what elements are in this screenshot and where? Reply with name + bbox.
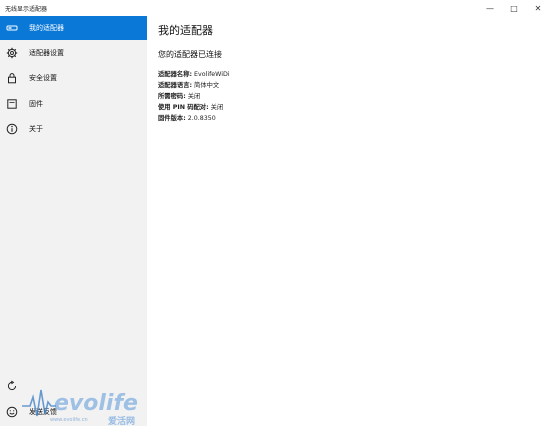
page-title: 我的适配器	[158, 24, 213, 37]
app-title: 无线显示适配器	[5, 5, 48, 13]
property-row: 使用 PIN 码配对: 关闭	[158, 102, 230, 113]
sidebar-item-label: 固件	[29, 100, 43, 108]
sidebar-item-label: 安全设置	[29, 74, 57, 82]
window-controls: — □ ✕	[478, 0, 550, 16]
maximize-button[interactable]: □	[502, 0, 526, 16]
sidebar-item-label: 适配器设置	[29, 49, 64, 57]
property-key: 固件版本:	[158, 115, 186, 122]
property-row: 适配器语言: 简体中文	[158, 80, 230, 91]
firmware-icon	[6, 98, 18, 110]
adapter-properties: 适配器名称: EvolifeWiDi 适配器语言: 简体中文 所需密码: 关闭 …	[158, 69, 230, 124]
sidebar-item-send-feedback[interactable]: 发送反馈	[0, 400, 147, 424]
sidebar-item-label: 发送反馈	[29, 408, 57, 416]
sidebar-item-adapter-settings[interactable]: 适配器设置	[0, 41, 147, 65]
sidebar-item-refresh[interactable]	[0, 374, 147, 398]
lock-icon	[6, 72, 18, 84]
sidebar-item-security-settings[interactable]: 安全设置	[0, 66, 147, 90]
property-value: 关闭	[210, 104, 224, 111]
property-key: 适配器语言:	[158, 82, 193, 89]
property-key: 使用 PIN 码配对:	[158, 104, 209, 111]
adapter-icon	[6, 22, 18, 34]
property-value: 关闭	[187, 93, 201, 100]
sidebar-item-label: 关于	[29, 125, 43, 133]
property-row: 所需密码: 关闭	[158, 91, 230, 102]
connection-status: 您的适配器已连接	[158, 50, 222, 59]
property-row: 适配器名称: EvolifeWiDi	[158, 69, 230, 80]
title-bar: 无线显示适配器 — □ ✕	[0, 0, 550, 16]
refresh-icon	[6, 380, 18, 392]
property-row: 固件版本: 2.0.8350	[158, 113, 230, 124]
sidebar-item-label: 我的适配器	[29, 24, 64, 32]
property-value: 2.0.8350	[187, 115, 216, 122]
property-key: 适配器名称:	[158, 71, 193, 78]
sidebar-item-my-adapter[interactable]: 我的适配器	[0, 16, 147, 40]
sidebar-item-about[interactable]: 关于	[0, 117, 147, 141]
info-icon	[6, 123, 18, 135]
property-value: 简体中文	[194, 82, 220, 89]
smiley-icon	[6, 406, 18, 418]
gear-icon	[6, 47, 18, 59]
close-button[interactable]: ✕	[526, 0, 550, 16]
minimize-button[interactable]: —	[478, 0, 502, 16]
property-value: EvolifeWiDi	[194, 71, 230, 78]
sidebar: 我的适配器 适配器设置 安全设置 固件 关于 发送反馈 evolife www.…	[0, 16, 147, 426]
main-content: 我的适配器 您的适配器已连接 适配器名称: EvolifeWiDi 适配器语言:…	[147, 16, 550, 426]
property-key: 所需密码:	[158, 93, 186, 100]
sidebar-item-firmware[interactable]: 固件	[0, 92, 147, 116]
